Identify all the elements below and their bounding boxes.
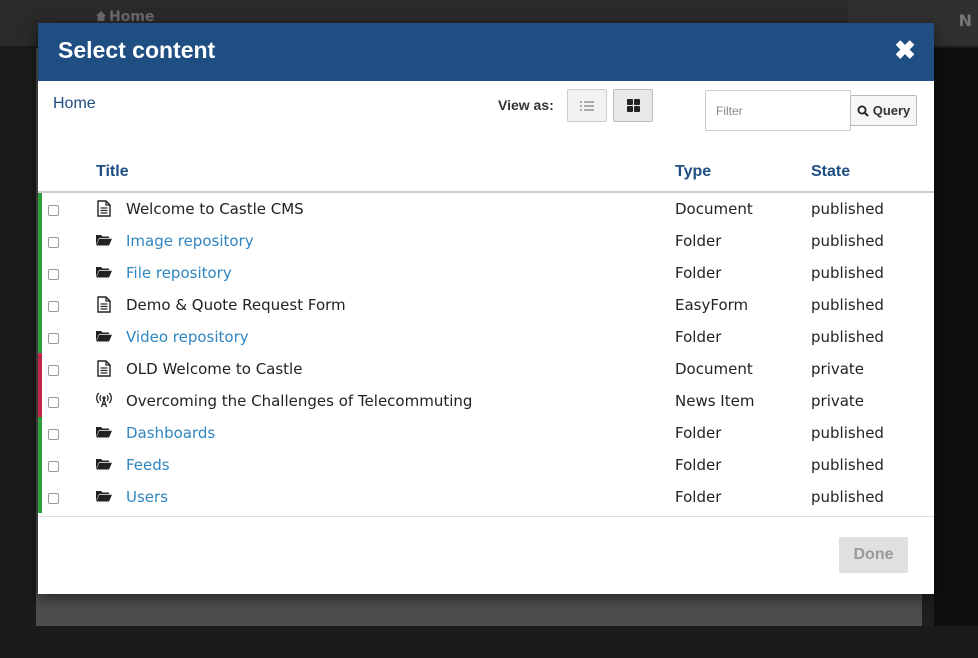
status-indicator: [38, 417, 42, 449]
item-type: Folder: [675, 232, 722, 250]
table-row[interactable]: Video repository Folder published: [38, 321, 934, 353]
folder-icon: [96, 263, 112, 281]
search-icon: [857, 105, 869, 117]
item-title[interactable]: Video repository: [126, 328, 249, 346]
document-icon: [96, 295, 112, 313]
table-row[interactable]: Demo & Quote Request Form EasyForm publish…: [38, 289, 934, 321]
item-type: Folder: [675, 456, 722, 474]
folder-icon: [96, 455, 112, 473]
select-checkbox[interactable]: [48, 397, 59, 408]
column-header-type[interactable]: Type: [675, 163, 711, 181]
item-title: Overcoming the Challenges of Telecommuti…: [126, 392, 473, 410]
item-state: published: [811, 200, 884, 218]
query-button[interactable]: Query: [850, 95, 917, 126]
status-indicator: [38, 385, 42, 417]
status-indicator: [38, 481, 42, 513]
table-row[interactable]: Dashboards Folder published: [38, 417, 934, 449]
table-row[interactable]: Welcome to Castle CMS Document published: [38, 193, 934, 225]
item-type: Document: [675, 200, 753, 218]
background-right-strip-dark: [934, 48, 978, 626]
item-title: Demo & Quote Request Form: [126, 296, 346, 314]
modal-footer: Done: [38, 516, 934, 594]
grid-icon: [626, 99, 640, 112]
table-row[interactable]: Overcoming the Challenges of Telecommuti…: [38, 385, 934, 417]
select-checkbox[interactable]: [48, 333, 59, 344]
document-icon: [96, 199, 112, 217]
status-indicator: [38, 289, 42, 321]
table-row[interactable]: Users Folder published: [38, 481, 934, 513]
status-indicator: [38, 257, 42, 289]
table-row[interactable]: Feeds Folder published: [38, 449, 934, 481]
table-row[interactable]: OLD Welcome to Castle Document private: [38, 353, 934, 385]
item-type: EasyForm: [675, 296, 749, 314]
folder-icon: [96, 487, 112, 505]
modal-header: Select content ✖: [38, 23, 934, 81]
item-title[interactable]: File repository: [126, 264, 232, 282]
status-indicator: [38, 353, 42, 385]
select-checkbox[interactable]: [48, 301, 59, 312]
item-state: private: [811, 392, 865, 410]
view-as-label: View as:: [498, 97, 554, 113]
content-list: Welcome to Castle CMS Document published Im…: [38, 193, 934, 513]
column-header-title[interactable]: Title: [96, 163, 129, 181]
query-button-label: Query: [872, 103, 911, 118]
item-title[interactable]: Dashboards: [126, 424, 215, 442]
table-row[interactable]: File repository Folder published: [38, 257, 934, 289]
status-indicator: [38, 449, 42, 481]
item-state: published: [811, 488, 884, 506]
item-type: Folder: [675, 424, 722, 442]
modal-title: Select content: [58, 37, 216, 63]
select-checkbox[interactable]: [48, 237, 59, 248]
item-title[interactable]: Users: [126, 488, 168, 506]
select-checkbox[interactable]: [48, 429, 59, 440]
item-state: published: [811, 264, 884, 282]
select-checkbox[interactable]: [48, 461, 59, 472]
status-indicator: [38, 225, 42, 257]
document-icon: [96, 359, 112, 377]
folder-icon: [96, 231, 112, 249]
item-title: OLD Welcome to Castle: [126, 360, 303, 378]
item-state: published: [811, 328, 884, 346]
select-checkbox[interactable]: [48, 365, 59, 376]
modal-toolbar: Home View as: Query: [38, 81, 934, 151]
item-type: Folder: [675, 264, 722, 282]
filter-input[interactable]: [705, 90, 851, 131]
folder-icon: [96, 423, 112, 441]
done-button[interactable]: Done: [839, 537, 908, 573]
item-title[interactable]: Image repository: [126, 232, 254, 250]
item-type: Document: [675, 360, 753, 378]
status-indicator: [38, 193, 42, 225]
select-checkbox[interactable]: [48, 493, 59, 504]
column-header-state[interactable]: State: [811, 163, 850, 181]
table-header: Title Type State: [38, 151, 934, 193]
item-state: published: [811, 424, 884, 442]
status-indicator: [38, 321, 42, 353]
list-icon: [580, 100, 594, 111]
item-state: published: [811, 296, 884, 314]
item-type: Folder: [675, 328, 722, 346]
grid-view-button[interactable]: [613, 89, 653, 122]
item-state: published: [811, 232, 884, 250]
background-user-initial: N: [958, 11, 972, 30]
item-type: News Item: [675, 392, 755, 410]
folder-icon: [96, 327, 112, 345]
breadcrumb-home[interactable]: Home: [53, 95, 96, 113]
table-row[interactable]: Image repository Folder published: [38, 225, 934, 257]
item-state: published: [811, 456, 884, 474]
item-title: Welcome to Castle CMS: [126, 200, 304, 218]
item-type: Folder: [675, 488, 722, 506]
item-title[interactable]: Feeds: [126, 456, 170, 474]
select-checkbox[interactable]: [48, 269, 59, 280]
list-view-button[interactable]: [567, 89, 607, 122]
select-checkbox[interactable]: [48, 205, 59, 216]
select-content-modal: Select content ✖ Home View as: Query: [38, 23, 934, 594]
item-state: private: [811, 360, 865, 378]
broadcast-icon: [96, 391, 112, 409]
home-icon: [96, 11, 106, 21]
close-icon[interactable]: ✖: [894, 36, 916, 64]
